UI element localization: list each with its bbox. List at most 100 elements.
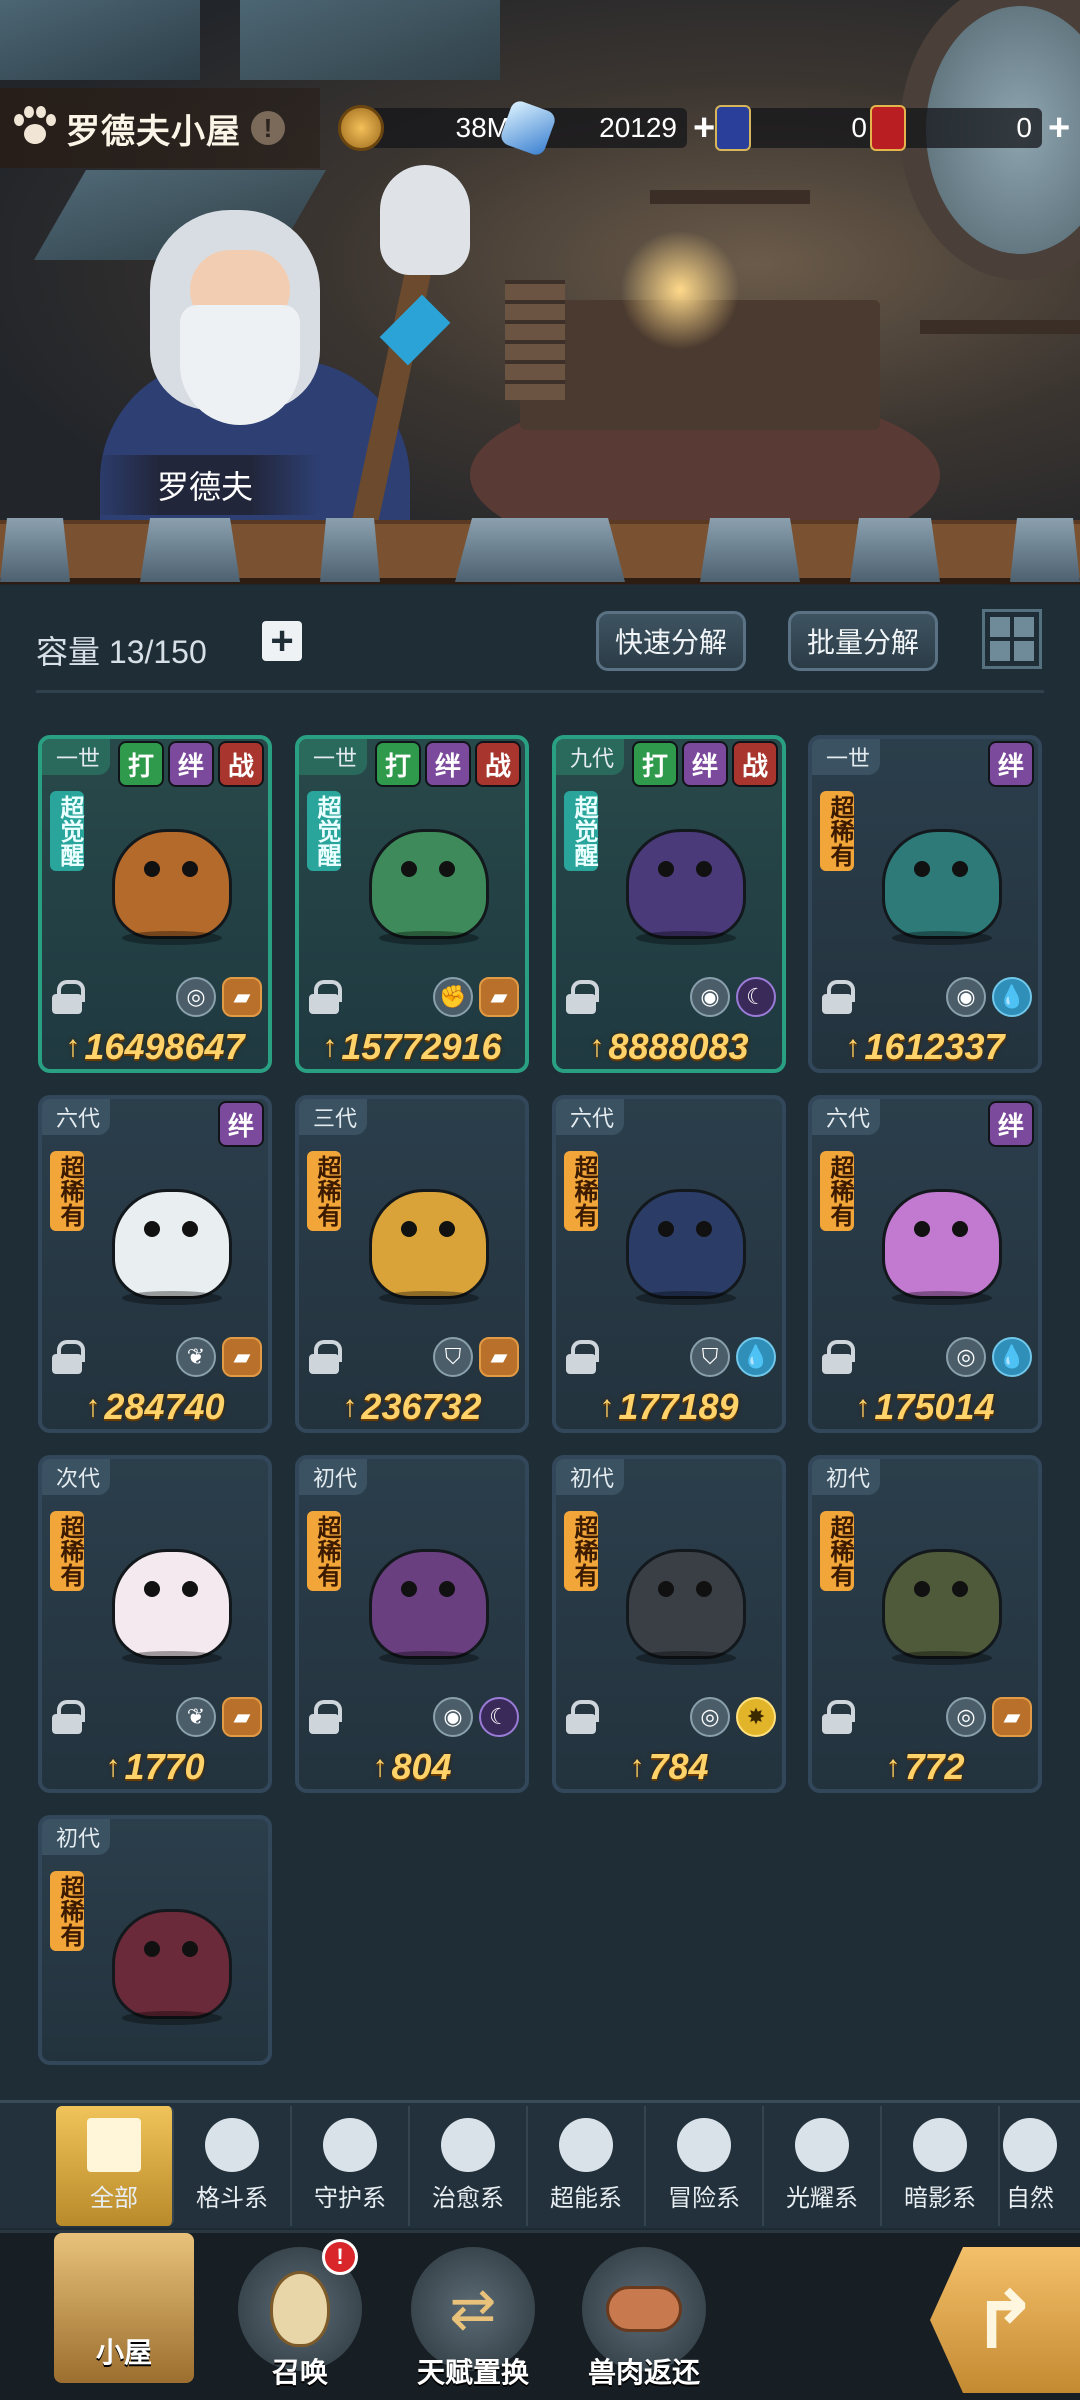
curved-arrow-icon: ↱ [971,2275,1039,2365]
category-tab[interactable]: 暗影系 [882,2105,1000,2226]
category-tab[interactable]: 自然 [1000,2106,1060,2226]
skill-tag: 打 [375,741,421,787]
category-tab[interactable]: 超能系 [528,2105,646,2226]
combat-power-value: 772 [904,1746,965,1787]
nav-talent-swap[interactable]: ⇄ 天赋置换 [403,2247,543,2397]
combat-power-value: 15772916 [341,1026,502,1067]
character-name: 罗德夫 [156,469,253,505]
all-blocks-icon [87,2118,141,2172]
rarity-badge: 超稀有 [307,1511,341,1591]
card-bottom-row: ◎ ▰ [822,1697,1032,1737]
monster-card[interactable]: 次代 超稀有 ❦ ▰ ↑ 1770 [38,1455,272,1793]
card-bottom-row: ❦ ▰ [52,1697,262,1737]
card-bottom-row: ⛉ 💧 [566,1337,776,1377]
generation-label: 初代 [299,1459,368,1495]
monster-portrait [852,799,1032,959]
category-tab[interactable]: 守护系 [292,2105,410,2226]
leaf-icon [1003,2118,1057,2172]
skill-tag: 打 [632,741,678,787]
monster-portrait [339,1519,519,1679]
lock-icon[interactable] [52,1700,85,1734]
monster-card[interactable]: 初代 超稀有 ◎ ✸ ↑ 784 [552,1455,786,1793]
lock-icon[interactable] [309,1340,342,1374]
element-icon: ▰ [479,977,519,1017]
lock-icon[interactable] [52,980,85,1014]
monster-card[interactable]: 一世打绊战超觉醒 ✊ ▰ ↑ 15772916 [295,735,529,1073]
combat-power-value: 784 [648,1746,709,1787]
monster-card[interactable]: 初代 超稀有 ◉ ☾ ↑ 804 [295,1455,529,1793]
skill-tag: 战 [475,741,521,787]
category-label: 暗影系 [904,2185,976,2212]
character-name-tag: 罗德夫 [90,455,320,515]
rarity-badge: 超觉醒 [307,791,341,871]
rarity-badge: 超稀有 [307,1151,341,1231]
lock-icon[interactable] [822,1700,855,1734]
owl [380,165,470,275]
power-arrow-icon: ↑ [85,1390,101,1423]
skill-tags: 绊 [988,1101,1034,1147]
nav-summon[interactable]: 召唤 ! [230,2239,370,2397]
combat-power: ↑ 804 [299,1743,525,1789]
generation-label: 九代 [556,739,625,775]
skill-tags: 绊 [988,741,1034,787]
element-icon: ◎ [946,1697,986,1737]
expand-capacity-button[interactable]: + [262,621,302,661]
category-tab[interactable]: 治愈系 [410,2105,528,2226]
lock-icon[interactable] [566,1700,599,1734]
category-tab[interactable]: 全部 [56,2105,174,2226]
quick-decompose-button[interactable]: 快速分解 [596,611,746,671]
crystal-value: 20129 [537,108,687,148]
add-crystal-button[interactable]: + [693,109,715,147]
skill-tag: 打 [118,741,164,787]
lock-icon[interactable] [52,1340,85,1374]
power-arrow-icon: ↑ [372,1750,388,1783]
element-icon: ◎ [176,977,216,1017]
nav-summon-label: 召唤 [271,2357,328,2388]
monster-card[interactable]: 一世 绊超稀有 ◉ 💧 ↑ 1612337 [808,735,1042,1073]
top-bar: 罗德夫小屋 ! 38M 20129 + 0 0 + [0,88,1080,168]
generation-label: 初代 [556,1459,625,1495]
monster-card[interactable]: 初代 超稀有 ◎ ▰ ↑ 772 [808,1455,1042,1793]
paw-icon [12,106,56,150]
category-label: 格斗系 [196,2185,268,2212]
monster-card[interactable]: 一世打绊战超觉醒 ◎ ▰ ↑ 16498647 [38,735,272,1073]
add-gold-card-button[interactable]: + [1048,109,1070,147]
lock-icon[interactable] [822,1340,855,1374]
lock-icon[interactable] [566,980,599,1014]
monster-card[interactable]: 初代 超稀有 [38,1815,272,2065]
fence-rail [0,518,1080,584]
lock-icon[interactable] [309,1700,342,1734]
category-label: 超能系 [550,2185,622,2212]
lock-icon[interactable] [309,980,342,1014]
info-icon[interactable]: ! [251,111,285,145]
monster-card[interactable]: 六代 绊超稀有 ◎ 💧 ↑ 175014 [808,1095,1042,1433]
card-bottom-row: ◎ ▰ [52,977,262,1017]
lock-icon[interactable] [822,980,855,1014]
category-tab[interactable]: 光耀系 [764,2105,882,2226]
inventory-toolbar: 容量 13/150 + 快速分解 批量分解 [0,585,1080,695]
nav-meat-refund[interactable]: 兽肉返还 [574,2247,714,2397]
element-icon: ▰ [222,977,262,1017]
rarity-badge: 超稀有 [820,1511,854,1591]
monster-card[interactable]: 六代 超稀有 ⛉ 💧 ↑ 177189 [552,1095,786,1433]
power-arrow-icon: ↑ [599,1390,615,1423]
wall-shelf [920,320,1080,334]
grid-view-toggle[interactable] [982,609,1042,669]
monster-portrait [82,1879,262,2039]
lock-icon[interactable] [566,1340,599,1374]
batch-decompose-button[interactable]: 批量分解 [788,611,938,671]
element-icon: 💧 [736,1337,776,1377]
monster-portrait [596,1519,776,1679]
combat-power-value: 804 [391,1746,452,1787]
monster-card[interactable]: 九代打绊战超觉醒 ◉ ☾ ↑ 8888083 [552,735,786,1073]
monster-portrait [596,1159,776,1319]
element-icon: ▰ [222,1697,262,1737]
nav-hut[interactable]: 小屋 [54,2233,194,2397]
blue-card-value: 0 [737,108,877,148]
monster-card[interactable]: 六代 绊超稀有 ❦ ▰ ↑ 284740 [38,1095,272,1433]
category-tab[interactable]: 格斗系 [174,2105,292,2226]
combat-power: ↑ 175014 [812,1383,1038,1429]
go-arrow-button[interactable]: ↱ [930,2247,1080,2393]
monster-card[interactable]: 三代 超稀有 ⛉ ▰ ↑ 236732 [295,1095,529,1433]
category-tab[interactable]: 冒险系 [646,2105,764,2226]
